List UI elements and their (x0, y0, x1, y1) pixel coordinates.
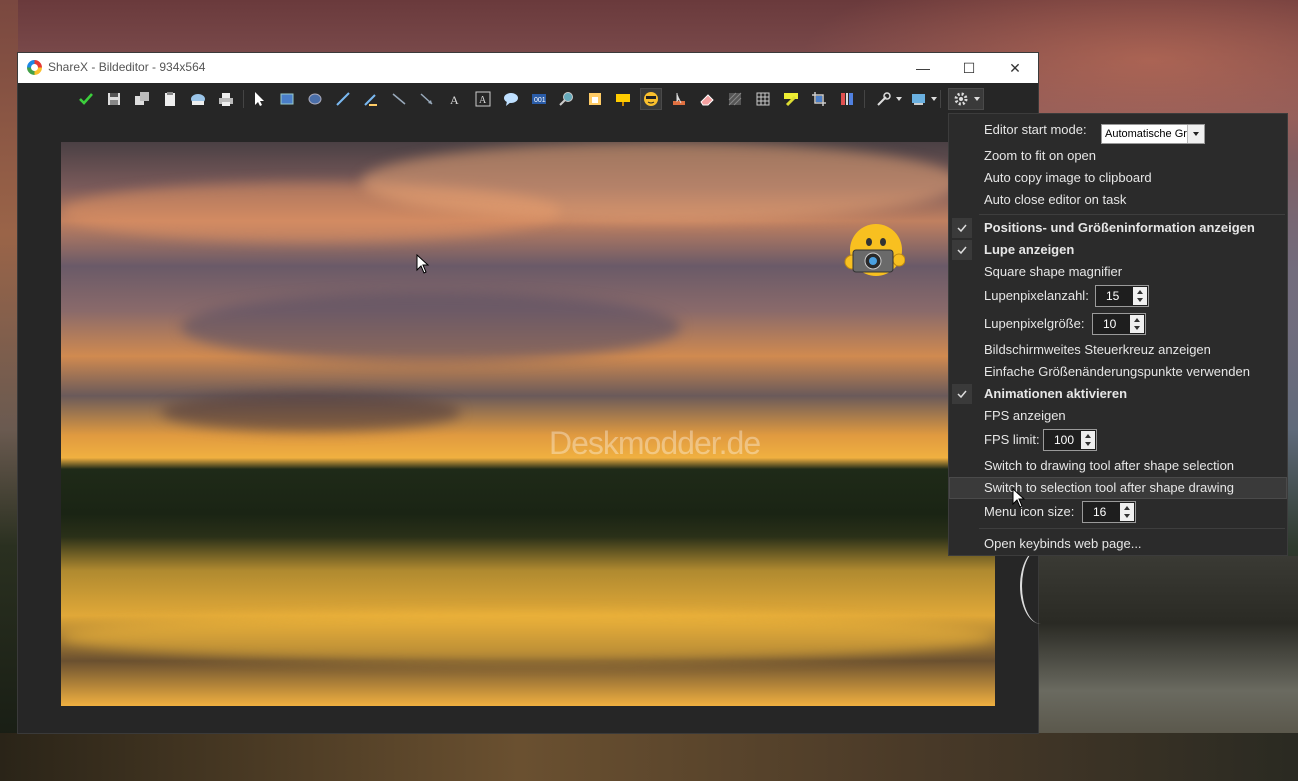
mouse-cursor-icon (416, 254, 430, 274)
blur-icon[interactable] (724, 88, 746, 110)
tools-icon[interactable] (873, 88, 895, 110)
menu-item-switch-drawing[interactable]: Switch to drawing tool after shape selec… (949, 455, 1287, 477)
cloud-decoration (181, 292, 681, 362)
menu-item-auto-copy[interactable]: Auto copy image to clipboard (949, 167, 1287, 189)
menu-item-zoom-to-fit[interactable]: Zoom to fit on open (949, 145, 1287, 167)
water-reflection (61, 612, 995, 662)
menu-item-fps-limit: FPS limit: 100 (949, 429, 1287, 451)
watermark-text: Deskmodder.de (549, 425, 761, 461)
chevron-down-icon[interactable] (931, 97, 937, 101)
smart-eraser-icon[interactable] (360, 88, 382, 110)
save-icon[interactable] (103, 88, 125, 110)
magnify-icon[interactable] (556, 88, 578, 110)
menu-item-show-position-size[interactable]: Positions- und Größeninformation anzeige… (949, 217, 1287, 239)
chevron-up-icon[interactable] (1085, 434, 1091, 438)
eraser-icon[interactable] (696, 88, 718, 110)
emoji-icon[interactable] (640, 88, 662, 110)
image-settings-icon[interactable] (908, 88, 930, 110)
checkmark-icon (952, 240, 972, 260)
desktop-background-bottom (0, 733, 1298, 781)
sharex-logo-icon (27, 60, 42, 75)
editor-start-mode-select[interactable]: Automatische Gr (1101, 124, 1205, 144)
menu-item-auto-close[interactable]: Auto close editor on task (949, 189, 1287, 211)
rectangle-icon[interactable] (276, 88, 298, 110)
close-button[interactable]: ✕ (992, 53, 1038, 83)
menu-item-simple-resize[interactable]: Einfache Größenänderungspunkte verwenden (949, 361, 1287, 383)
print-icon[interactable] (215, 88, 237, 110)
line-icon[interactable] (388, 88, 410, 110)
arrow-icon[interactable] (416, 88, 438, 110)
magnifier-outline (1020, 548, 1062, 624)
menu-icon-size-stepper[interactable]: 16 (1082, 501, 1136, 523)
menu-item-animations[interactable]: Animationen aktivieren (949, 383, 1287, 405)
save-as-icon[interactable] (131, 88, 153, 110)
magnifier-pixel-size-stepper[interactable]: 10 (1092, 313, 1146, 335)
toolbar-separator (940, 90, 941, 108)
menu-separator (979, 528, 1285, 529)
svg-text:A: A (479, 95, 487, 106)
menu-item-show-fps[interactable]: FPS anzeigen (949, 405, 1287, 427)
chevron-down-icon[interactable] (1137, 298, 1143, 302)
checkmark-icon (952, 384, 972, 404)
camera-emoji-sticker[interactable] (843, 224, 905, 280)
editor-toolbar: A A 001 (18, 83, 1038, 115)
menu-item-open-keybinds[interactable]: Open keybinds web page... (949, 533, 1287, 555)
minimize-button[interactable]: — (900, 53, 946, 83)
pixelate-icon[interactable] (752, 88, 774, 110)
freehand-icon[interactable] (332, 88, 354, 110)
sticker-icon[interactable] (612, 88, 634, 110)
speech-balloon-icon[interactable] (500, 88, 522, 110)
editor-start-mode-label: Editor start mode: (984, 122, 1087, 137)
menu-item-square-magnifier[interactable]: Square shape magnifier (949, 261, 1287, 283)
mouse-cursor-icon (1012, 488, 1026, 508)
chevron-up-icon[interactable] (1134, 318, 1140, 322)
fps-limit-stepper[interactable]: 100 (1043, 429, 1097, 451)
text-background-icon[interactable]: A (472, 88, 494, 110)
chevron-down-icon[interactable] (974, 97, 980, 101)
menu-item-screen-crosshair[interactable]: Bildschirmweites Steuerkreuz anzeigen (949, 339, 1287, 361)
menu-separator (979, 214, 1285, 215)
image-canvas[interactable]: Deskmodder.de (61, 142, 995, 706)
settings-dropdown-menu: Editor start mode: Automatische Gr Zoom … (948, 113, 1288, 556)
cursor-stamp-icon[interactable] (668, 88, 690, 110)
chevron-down-icon[interactable] (896, 97, 902, 101)
chevron-down-icon[interactable] (1124, 514, 1130, 518)
svg-text:A: A (450, 93, 459, 107)
cut-out-icon[interactable] (836, 88, 858, 110)
chevron-up-icon[interactable] (1137, 290, 1143, 294)
checkmark-icon[interactable] (75, 88, 97, 110)
menu-item-menu-icon-size: Menu icon size: 16 (949, 501, 1287, 523)
maximize-button[interactable]: ☐ (946, 53, 992, 83)
cloud-decoration (161, 392, 461, 432)
desktop-background-left (0, 0, 18, 781)
highlight-icon[interactable] (780, 88, 802, 110)
crop-icon[interactable] (808, 88, 830, 110)
image-editor-window: ShareX - Bildeditor - 934x564 — ☐ ✕ A A … (18, 53, 1038, 733)
menu-item-magnifier-pixel-size: Lupenpixelgröße: 10 (949, 313, 1287, 335)
window-title: ShareX - Bildeditor - 934x564 (48, 60, 206, 74)
step-icon[interactable]: 001 (528, 88, 550, 110)
menu-item-magnifier-pixel-count: Lupenpixelanzahl: 15 (949, 285, 1287, 307)
text-outline-icon[interactable]: A (444, 88, 466, 110)
chevron-down-icon[interactable] (1187, 125, 1204, 143)
chevron-down-icon[interactable] (1085, 442, 1091, 446)
toolbar-separator (243, 90, 244, 108)
title-bar[interactable]: ShareX - Bildeditor - 934x564 — ☐ ✕ (18, 53, 1038, 83)
image-icon[interactable] (584, 88, 606, 110)
checkmark-icon (952, 218, 972, 238)
svg-text:001: 001 (534, 97, 546, 104)
copy-icon[interactable] (159, 88, 181, 110)
magnifier-pixel-count-stepper[interactable]: 15 (1095, 285, 1149, 307)
chevron-down-icon[interactable] (1134, 326, 1140, 330)
chevron-up-icon[interactable] (1124, 506, 1130, 510)
menu-item-switch-selection[interactable]: Switch to selection tool after shape dra… (949, 477, 1287, 499)
menu-item-show-magnifier[interactable]: Lupe anzeigen (949, 239, 1287, 261)
ellipse-icon[interactable] (304, 88, 326, 110)
editor-start-mode-item: Editor start mode: Automatische Gr (949, 119, 1287, 144)
cloud-decoration (361, 142, 961, 222)
toolbar-separator (864, 90, 865, 108)
upload-icon[interactable] (187, 88, 209, 110)
select-icon[interactable] (248, 88, 270, 110)
